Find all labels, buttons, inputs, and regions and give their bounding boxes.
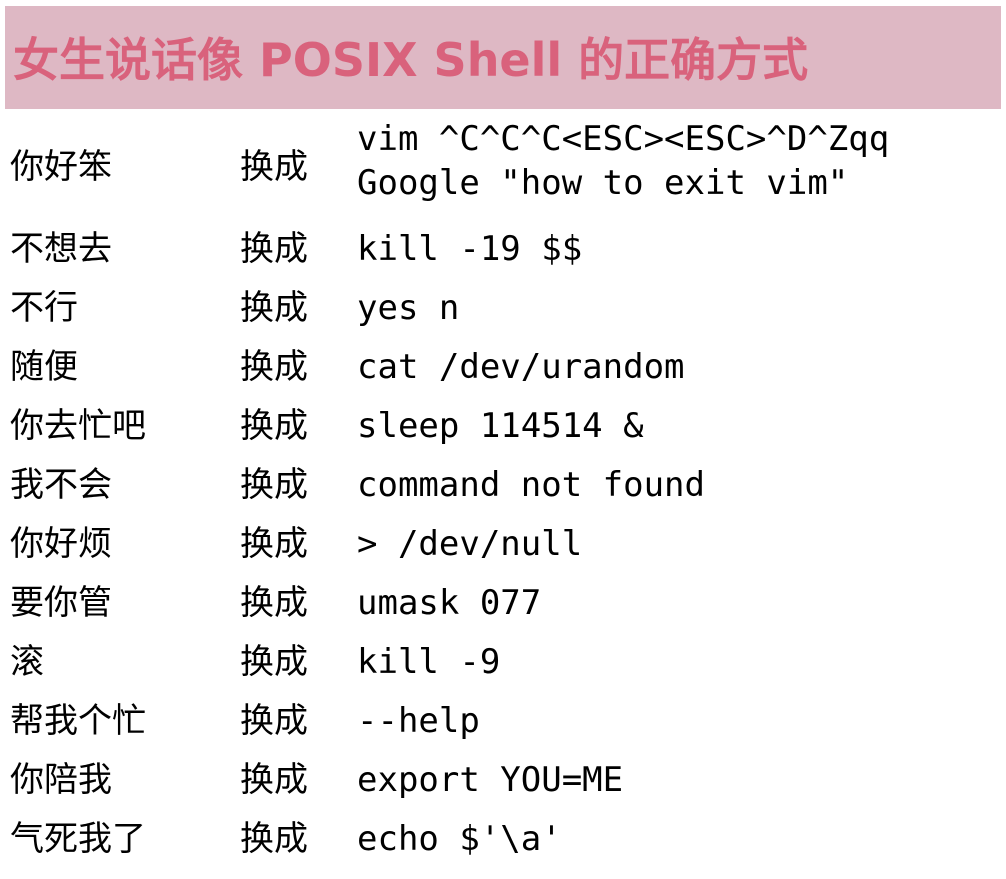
command-line: > /dev/null (357, 524, 583, 564)
table-row: 帮我个忙 换成 --help (0, 693, 1006, 749)
phrase-cell: 滚 (10, 642, 44, 682)
replace-label: 换成 (240, 701, 308, 741)
replace-label: 换成 (240, 583, 308, 623)
phrase-table: 你好笨 换成 vim ^C^C^C<ESC><ESC>^D^Zqq Google… (0, 0, 1006, 879)
command-line: vim ^C^C^C<ESC><ESC>^D^Zqq (357, 119, 890, 159)
table-row: 不行 换成 yes n (0, 280, 1006, 336)
command-line: kill -19 $$ (357, 229, 583, 269)
phrase-cell: 帮我个忙 (10, 701, 146, 741)
command-line: yes n (357, 288, 460, 328)
table-row: 你好笨 换成 vim ^C^C^C<ESC><ESC>^D^Zqq Google… (0, 117, 1006, 217)
replace-label: 换成 (240, 642, 308, 682)
phrase-cell: 要你管 (10, 583, 112, 623)
table-row: 你好烦 换成 > /dev/null (0, 516, 1006, 572)
command-line: kill -9 (357, 642, 501, 682)
command-cell: kill -9 (357, 640, 500, 684)
command-cell: umask 077 (357, 581, 541, 625)
replace-label: 换成 (240, 465, 308, 505)
command-cell: sleep 114514 & (357, 404, 644, 448)
table-row: 随便 换成 cat /dev/urandom (0, 339, 1006, 395)
phrase-cell: 气死我了 (10, 819, 146, 859)
table-row: 滚 换成 kill -9 (0, 634, 1006, 690)
replace-label: 换成 (240, 524, 308, 564)
command-line: cat /dev/urandom (357, 347, 685, 387)
phrase-cell: 我不会 (10, 465, 112, 505)
table-row: 你去忙吧 换成 sleep 114514 & (0, 398, 1006, 454)
table-row: 不想去 换成 kill -19 $$ (0, 221, 1006, 277)
command-cell: kill -19 $$ (357, 227, 582, 271)
command-cell: cat /dev/urandom (357, 345, 685, 389)
replace-label: 换成 (240, 406, 308, 446)
command-line: Google "how to exit vim" (357, 163, 849, 203)
command-cell: > /dev/null (357, 522, 582, 566)
command-line: umask 077 (357, 583, 542, 623)
command-cell: export YOU=ME (357, 758, 623, 802)
table-row: 你陪我 换成 export YOU=ME (0, 752, 1006, 808)
replace-label: 换成 (240, 229, 308, 269)
phrase-cell: 不想去 (10, 229, 112, 269)
command-cell: yes n (357, 286, 459, 330)
command-line: command not found (357, 465, 705, 505)
phrase-cell: 你好烦 (10, 524, 112, 564)
command-cell: --help (357, 699, 480, 743)
table-row: 要你管 换成 umask 077 (0, 575, 1006, 631)
command-cell: command not found (357, 463, 705, 507)
command-line: sleep 114514 & (357, 406, 644, 446)
command-cell: echo $'\a' (357, 817, 562, 861)
command-line: --help (357, 701, 480, 741)
command-line: echo $'\a' (357, 819, 562, 859)
phrase-cell: 你好笨 (10, 147, 112, 187)
phrase-cell: 不行 (10, 288, 78, 328)
replace-label: 换成 (240, 288, 308, 328)
replace-label: 换成 (240, 147, 308, 187)
command-cell: vim ^C^C^C<ESC><ESC>^D^Zqq Google "how t… (357, 117, 889, 205)
phrase-cell: 你陪我 (10, 760, 112, 800)
replace-label: 换成 (240, 760, 308, 800)
command-line: export YOU=ME (357, 760, 624, 800)
phrase-cell: 随便 (10, 347, 78, 387)
replace-label: 换成 (240, 819, 308, 859)
table-row: 我不会 换成 command not found (0, 457, 1006, 513)
phrase-cell: 你去忙吧 (10, 406, 146, 446)
replace-label: 换成 (240, 347, 308, 387)
table-row: 气死我了 换成 echo $'\a' (0, 811, 1006, 867)
